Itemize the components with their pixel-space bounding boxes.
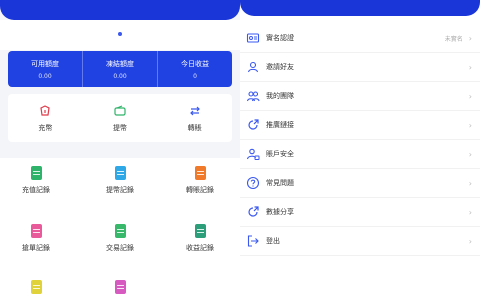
balance-card: 可用額度 0.00 凍結額度 0.00 今日收益 0 [8,51,232,87]
id-card-icon [246,31,260,45]
chevron-right-icon: › [468,62,472,72]
quick-actions: 充幣 提幣 轉賬 [8,94,232,142]
menu-item-team[interactable]: 我的團隊 › [240,82,480,111]
chevron-right-icon: › [468,91,472,101]
document-icon [114,166,126,180]
profile-panel: 實名認證 未實名 › 邀請好友 › 我的團隊 › 推廣鏈接 › 賬戶安全 › 常… [240,0,480,300]
document-icon [194,166,206,180]
record-deposit[interactable]: 充值記錄 [8,166,64,195]
chevron-right-icon: › [468,236,472,246]
record-item-8[interactable] [92,280,148,294]
document-icon [30,280,42,294]
chevron-right-icon: › [468,178,472,188]
wallet-panel: 可用額度 0.00 凍結額度 0.00 今日收益 0 充幣 提幣 轉賬 充值記錄… [0,0,240,300]
menu-item-promo-link[interactable]: 推廣鏈接 › [240,111,480,140]
chevron-right-icon: › [468,207,472,217]
menu-item-real-name[interactable]: 實名認證 未實名 › [240,24,480,53]
record-item-7[interactable] [8,280,64,294]
stat-today-income: 今日收益 0 [181,59,209,80]
menu-item-logout[interactable]: 登出 › [240,227,480,256]
help-icon [246,176,260,190]
record-grab-order[interactable]: 搶單記錄 [8,224,64,253]
header-banner [240,0,480,16]
record-withdraw[interactable]: 提幣記錄 [92,166,148,195]
withdraw-icon [113,104,127,118]
document-icon [114,224,126,238]
header-banner [0,0,240,20]
screen: 可用額度 0.00 凍結額度 0.00 今日收益 0 充幣 提幣 轉賬 充值記錄… [0,0,480,300]
records-grid: 充值記錄 提幣記錄 轉賬記錄 搶單記錄 交易記錄 收益記錄 [0,158,240,300]
share-link-icon [246,118,260,132]
record-trade[interactable]: 交易記錄 [92,224,148,253]
settings-menu: 實名認證 未實名 › 邀請好友 › 我的團隊 › 推廣鏈接 › 賬戶安全 › 常… [240,24,480,256]
menu-item-invite[interactable]: 邀請好友 › [240,53,480,82]
user-icon [246,60,260,74]
document-icon [114,280,126,294]
transfer-icon [188,104,202,118]
document-icon [30,224,42,238]
record-income[interactable]: 收益記錄 [172,224,228,253]
menu-item-data-share[interactable]: 數據分享 › [240,198,480,227]
stat-available: 可用額度 0.00 [8,51,83,87]
document-icon [30,166,42,180]
record-transfer[interactable]: 轉賬記錄 [172,166,228,195]
stat-frozen: 凍結額度 0.00 [83,51,158,87]
deposit-button[interactable]: 充幣 [8,94,83,142]
security-icon [246,147,260,161]
deposit-icon [38,104,52,118]
menu-item-faq[interactable]: 常見問題 › [240,169,480,198]
menu-item-security[interactable]: 賬戶安全 › [240,140,480,169]
carousel-indicator [0,32,240,36]
withdraw-button[interactable]: 提幣 [83,94,158,142]
team-icon [246,89,260,103]
share-icon [246,205,260,219]
carousel-dot[interactable] [118,32,122,36]
chevron-right-icon: › [468,120,472,130]
chevron-right-icon: › [468,149,472,159]
logout-icon [246,234,260,248]
transfer-button[interactable]: 轉賬 [157,94,232,142]
chevron-right-icon: › [468,33,472,43]
document-icon [194,224,206,238]
